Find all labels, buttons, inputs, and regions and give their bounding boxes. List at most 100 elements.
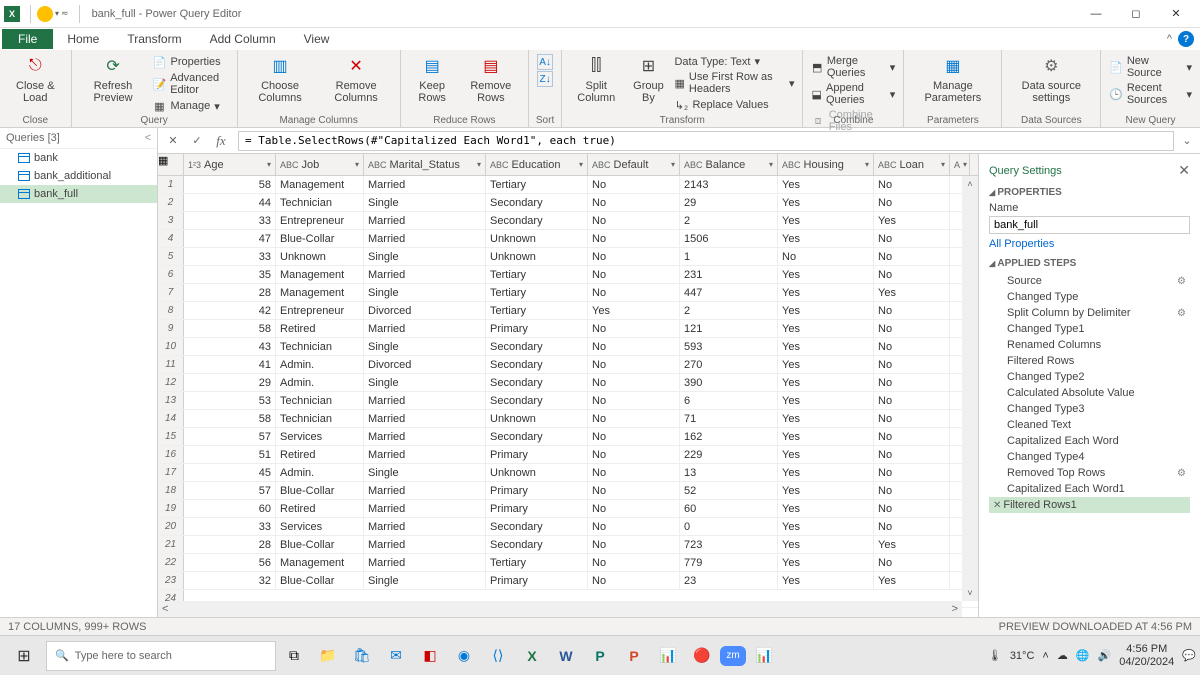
cell[interactable]: 57 bbox=[184, 482, 276, 499]
cell[interactable]: Yes bbox=[778, 410, 874, 427]
cell[interactable]: No bbox=[874, 446, 950, 463]
corner-cell[interactable]: ▦ bbox=[158, 154, 184, 175]
cell[interactable]: 593 bbox=[680, 338, 778, 355]
cell[interactable]: 2 bbox=[680, 212, 778, 229]
cell[interactable]: 58 bbox=[184, 320, 276, 337]
chrome-icon[interactable]: 🔴 bbox=[686, 640, 718, 672]
cell[interactable]: Technician bbox=[276, 194, 364, 211]
cell[interactable]: No bbox=[874, 338, 950, 355]
row-header[interactable]: 10 bbox=[158, 338, 184, 355]
table-row[interactable]: 1229Admin.SingleSecondaryNo390YesNo bbox=[158, 374, 978, 392]
cell[interactable]: No bbox=[874, 410, 950, 427]
formula-input[interactable] bbox=[238, 131, 1174, 151]
cell[interactable]: Tertiary bbox=[486, 554, 588, 571]
applied-step[interactable]: Filtered Rows bbox=[989, 353, 1190, 369]
new-source-button[interactable]: 📄New Source ▾ bbox=[1107, 54, 1194, 80]
all-properties-link[interactable]: All Properties bbox=[989, 238, 1190, 250]
close-settings-icon[interactable]: ✕ bbox=[1178, 162, 1190, 179]
cell[interactable]: 44 bbox=[184, 194, 276, 211]
row-header[interactable]: 18 bbox=[158, 482, 184, 499]
table-row[interactable]: 2256ManagementMarriedTertiaryNo779YesNo bbox=[158, 554, 978, 572]
cell[interactable]: Secondary bbox=[486, 536, 588, 553]
cell[interactable]: Primary bbox=[486, 446, 588, 463]
cell[interactable]: No bbox=[874, 554, 950, 571]
remove-columns-button[interactable]: ✕Remove Columns bbox=[319, 52, 394, 106]
cell[interactable]: Management bbox=[276, 554, 364, 571]
step-gear-icon[interactable]: ⚙ bbox=[1177, 468, 1186, 479]
cell[interactable]: No bbox=[588, 500, 680, 517]
table-row[interactable]: 2128Blue-CollarMarriedSecondaryNo723YesY… bbox=[158, 536, 978, 554]
cell[interactable]: 779 bbox=[680, 554, 778, 571]
remove-rows-button[interactable]: ▤Remove Rows bbox=[460, 52, 522, 106]
cell[interactable]: Yes bbox=[778, 536, 874, 553]
cell[interactable]: Married bbox=[364, 482, 486, 499]
weather-icon[interactable]: 🌡 bbox=[988, 649, 1002, 662]
table-row[interactable]: 1745Admin.SingleUnknownNo13YesNo bbox=[158, 464, 978, 482]
cell[interactable]: Yes bbox=[778, 572, 874, 589]
row-header[interactable]: 3 bbox=[158, 212, 184, 229]
cell[interactable]: Unknown bbox=[486, 464, 588, 481]
filter-dropdown-icon[interactable]: ▾ bbox=[941, 160, 945, 169]
cell[interactable]: Yes bbox=[778, 446, 874, 463]
choose-columns-button[interactable]: ▥Choose Columns bbox=[244, 52, 317, 106]
column-header[interactable]: 1²3Age▾ bbox=[184, 154, 276, 175]
query-name-input[interactable] bbox=[989, 216, 1190, 234]
cell[interactable]: 51 bbox=[184, 446, 276, 463]
cell[interactable]: 447 bbox=[680, 284, 778, 301]
refresh-preview-button[interactable]: ⟳Refresh Preview bbox=[78, 52, 149, 106]
cell[interactable]: 28 bbox=[184, 284, 276, 301]
options-dd[interactable]: ▾ bbox=[55, 9, 59, 18]
tab-view[interactable]: View bbox=[290, 29, 344, 49]
cell[interactable]: No bbox=[588, 482, 680, 499]
cell[interactable]: 33 bbox=[184, 518, 276, 535]
cell[interactable]: Yes bbox=[874, 572, 950, 589]
cell[interactable]: 2 bbox=[680, 302, 778, 319]
applied-step[interactable]: Removed Top Rows⚙ bbox=[989, 465, 1190, 481]
queries-collapse-icon[interactable]: < bbox=[145, 132, 151, 144]
table-row[interactable]: 333EntrepreneurMarriedSecondaryNo2YesYes bbox=[158, 212, 978, 230]
cell[interactable]: Secondary bbox=[486, 338, 588, 355]
cell[interactable]: Yes bbox=[874, 284, 950, 301]
cell[interactable]: Unknown bbox=[486, 230, 588, 247]
cell[interactable]: 32 bbox=[184, 572, 276, 589]
cell[interactable]: Services bbox=[276, 518, 364, 535]
cell[interactable]: Retired bbox=[276, 446, 364, 463]
applied-step[interactable]: Capitalized Each Word bbox=[989, 433, 1190, 449]
minimize-button[interactable]: — bbox=[1076, 1, 1116, 27]
table-row[interactable]: 2033ServicesMarriedSecondaryNo0YesNo bbox=[158, 518, 978, 536]
cell[interactable]: Primary bbox=[486, 482, 588, 499]
powerbi-icon[interactable]: 📊 bbox=[748, 640, 780, 672]
row-header[interactable]: 6 bbox=[158, 266, 184, 283]
cell[interactable]: No bbox=[588, 392, 680, 409]
vertical-scrollbar[interactable]: ˄˅ bbox=[962, 176, 978, 601]
split-column-button[interactable]: ⫿⫿Split Column bbox=[568, 52, 624, 106]
cell[interactable]: 33 bbox=[184, 212, 276, 229]
publisher-icon[interactable]: P bbox=[584, 640, 616, 672]
query-item[interactable]: bank_full bbox=[0, 185, 157, 203]
cell[interactable]: No bbox=[874, 392, 950, 409]
cell[interactable]: No bbox=[874, 194, 950, 211]
cell[interactable]: No bbox=[588, 284, 680, 301]
cell[interactable]: Blue-Collar bbox=[276, 536, 364, 553]
column-header[interactable]: ABCBalance▾ bbox=[680, 154, 778, 175]
cell[interactable]: Secondary bbox=[486, 374, 588, 391]
table-row[interactable]: 1857Blue-CollarMarriedPrimaryNo52YesNo bbox=[158, 482, 978, 500]
cell[interactable]: No bbox=[588, 536, 680, 553]
filter-dropdown-icon[interactable]: ▾ bbox=[477, 160, 481, 169]
cell[interactable]: Admin. bbox=[276, 464, 364, 481]
advanced-editor-button[interactable]: 📝Advanced Editor bbox=[151, 71, 231, 97]
row-header[interactable]: 8 bbox=[158, 302, 184, 319]
cell[interactable]: Divorced bbox=[364, 302, 486, 319]
table-row[interactable]: 1651RetiredMarriedPrimaryNo229YesNo bbox=[158, 446, 978, 464]
sort-desc-button[interactable]: Z↓ bbox=[537, 71, 553, 87]
cell[interactable]: 58 bbox=[184, 176, 276, 193]
cell[interactable]: Married bbox=[364, 212, 486, 229]
cell[interactable]: 121 bbox=[680, 320, 778, 337]
row-header[interactable]: 19 bbox=[158, 500, 184, 517]
row-header[interactable]: 22 bbox=[158, 554, 184, 571]
cell[interactable]: No bbox=[588, 428, 680, 445]
cell[interactable]: Single bbox=[364, 374, 486, 391]
cell[interactable]: Yes bbox=[778, 482, 874, 499]
cell[interactable]: 41 bbox=[184, 356, 276, 373]
cell[interactable]: Yes bbox=[778, 554, 874, 571]
